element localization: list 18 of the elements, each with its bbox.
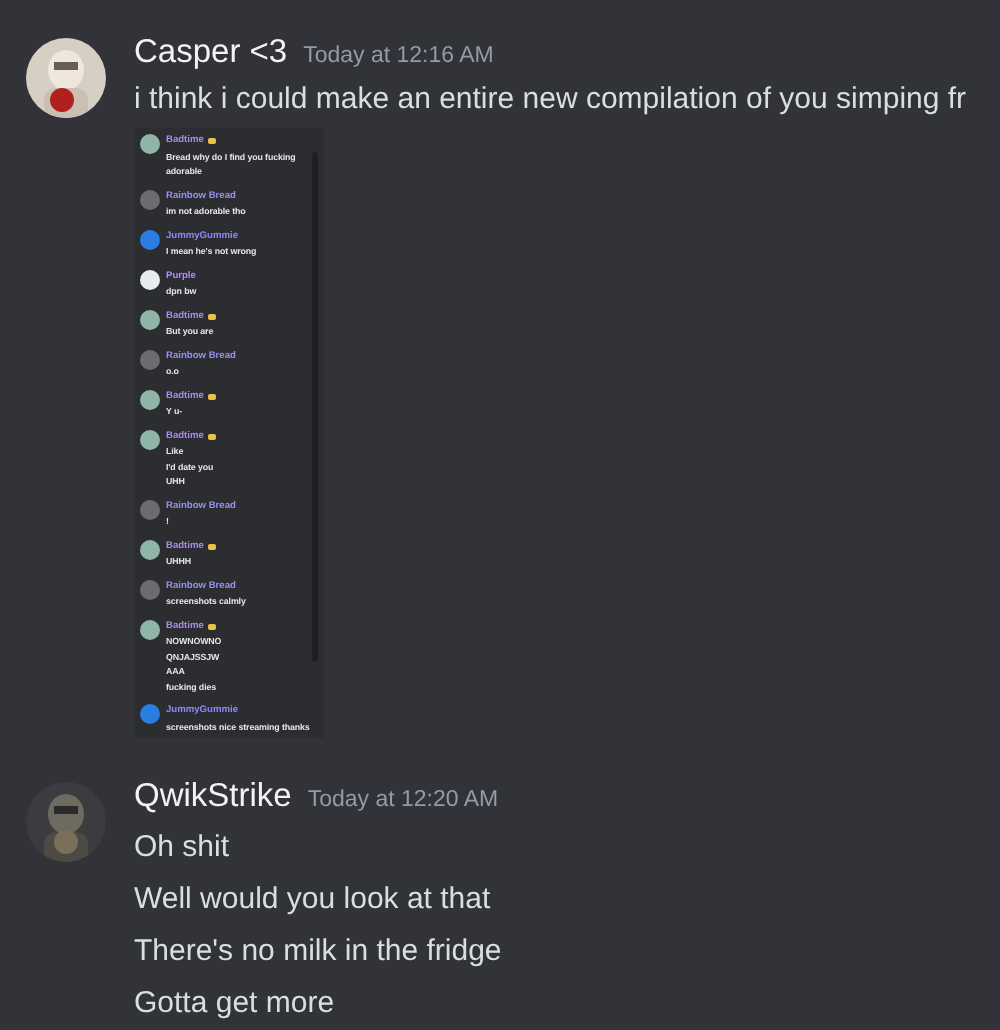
timestamp: Today at 12:20 AM: [307, 788, 499, 812]
crown-icon: [207, 433, 216, 440]
message-text: Oh shit: [134, 828, 232, 868]
crown-icon: [207, 138, 216, 145]
username[interactable]: Casper <3: [134, 34, 288, 72]
username[interactable]: QwikStrike: [134, 778, 292, 816]
avatar: [140, 704, 160, 724]
chat-screenshot[interactable]: [134, 128, 324, 738]
message-text: Gotta get more: [134, 984, 337, 1024]
timestamp: Today at 12:16 AM: [303, 44, 494, 68]
crown-icon: [207, 543, 216, 550]
avatar: [140, 134, 160, 154]
crown-icon: [207, 393, 216, 400]
message-text: There's no milk in the fridge: [134, 932, 502, 972]
message-text: Well would you look at that: [134, 880, 493, 920]
message-text: i think i could make an entire new compilation of you simping fr: [134, 80, 967, 120]
crown-icon: [207, 623, 216, 630]
crown-icon: [207, 313, 216, 320]
